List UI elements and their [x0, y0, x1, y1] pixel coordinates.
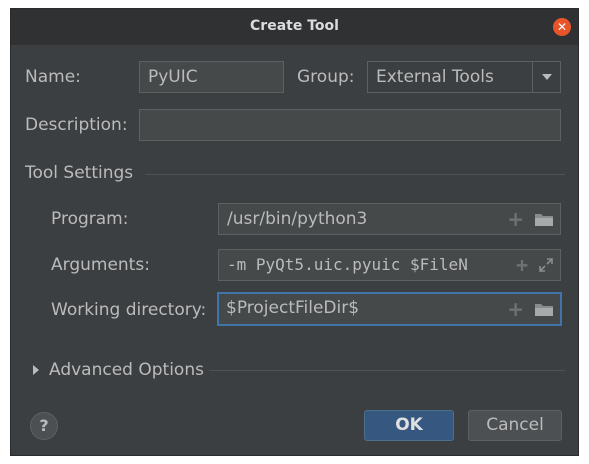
working-directory-label: Working directory:	[51, 300, 207, 320]
group-select-value: External Tools	[376, 67, 494, 87]
working-directory-field[interactable]: $ProjectFileDir$ +	[217, 292, 562, 326]
working-directory-field-icons: +	[503, 294, 554, 324]
section-divider	[145, 174, 565, 175]
dialog-title: Create Tool	[250, 18, 339, 34]
group-select[interactable]: External Tools	[367, 61, 561, 93]
folder-icon[interactable]	[534, 211, 554, 227]
program-value: /usr/bin/python3	[227, 209, 368, 229]
description-label: Description:	[25, 115, 128, 135]
working-directory-value: $ProjectFileDir$	[226, 298, 360, 318]
add-macro-icon[interactable]: +	[507, 209, 524, 229]
program-field-icons: +	[503, 204, 554, 234]
folder-icon[interactable]	[534, 301, 554, 317]
tool-settings-heading: Tool Settings	[25, 163, 134, 183]
group-label: Group:	[297, 67, 355, 87]
close-icon[interactable]: ✕	[553, 18, 571, 36]
name-label: Name:	[25, 67, 81, 87]
advanced-divider	[209, 370, 565, 371]
ok-button[interactable]: OK	[364, 410, 454, 441]
program-field[interactable]: /usr/bin/python3 +	[218, 203, 561, 235]
cancel-button[interactable]: Cancel	[468, 410, 562, 441]
advanced-options-toggle[interactable]: Advanced Options	[49, 360, 204, 380]
help-button[interactable]: ?	[30, 412, 58, 440]
arguments-value: -m PyQt5.uic.pyuic $FileN	[227, 255, 468, 274]
description-input[interactable]	[139, 109, 561, 141]
expand-triangle-icon[interactable]	[33, 365, 39, 375]
arguments-field-icons: +	[511, 250, 554, 280]
arguments-field[interactable]: -m PyQt5.uic.pyuic $FileN +	[218, 249, 561, 281]
arguments-label: Arguments:	[51, 255, 150, 275]
name-input[interactable]: PyUIC	[139, 61, 284, 93]
chevron-down-icon[interactable]	[532, 62, 560, 92]
title-bar: Create Tool ✕	[11, 9, 578, 45]
add-macro-icon[interactable]: +	[516, 255, 528, 275]
create-tool-dialog: Create Tool ✕ Name: PyUIC Group: Externa…	[10, 8, 579, 456]
add-macro-icon[interactable]: +	[507, 299, 524, 319]
program-label: Program:	[51, 209, 129, 229]
expand-icon[interactable]	[538, 257, 554, 273]
